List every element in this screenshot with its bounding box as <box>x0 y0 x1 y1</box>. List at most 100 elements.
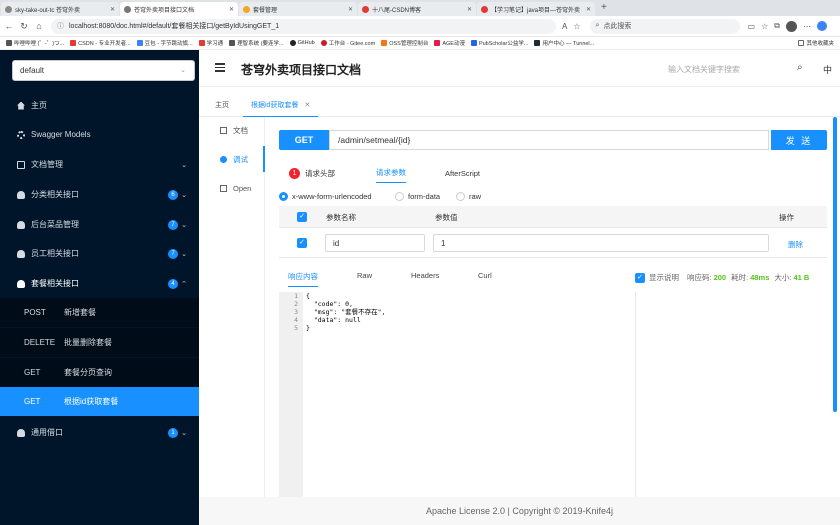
sidebar-subitem-delete-setmeal[interactable]: DELETE 批量删除套餐 <box>0 328 199 357</box>
bookmark-icon <box>534 40 541 46</box>
response-description-pane <box>635 292 831 497</box>
radio-urlencoded[interactable]: x-www-form-urlencoded <box>279 192 372 201</box>
new-tab-icon[interactable]: + <box>601 2 607 16</box>
bookmark-label: GitHub <box>297 40 315 46</box>
tab-request-params[interactable]: 请求参数 <box>376 163 406 183</box>
browser-tab[interactable]: 十八尾-CSDN博客 ✕ <box>358 2 476 16</box>
send-button[interactable]: 发 送 <box>771 130 827 150</box>
bookmark-item[interactable]: 学习通 <box>198 39 223 47</box>
cloud-icon <box>17 279 25 288</box>
browser-search-placeholder: 点此搜索 <box>603 23 632 30</box>
nav-doc[interactable]: 文档 <box>199 117 265 143</box>
radio-raw[interactable]: raw <box>456 192 481 201</box>
nav-debug[interactable]: 调试 <box>199 146 265 172</box>
tab-response-headers[interactable]: Headers <box>411 271 439 287</box>
bookmark-item[interactable]: GitHub <box>289 40 315 46</box>
sidebar-item-common-api[interactable]: 通用借口 1 ⌄ <box>0 418 199 447</box>
bookmark-item[interactable]: AGE动漫 <box>434 39 465 47</box>
read-aloud-icon[interactable]: A <box>562 22 567 31</box>
bookmark-item[interactable]: 理智系统 (要连学... <box>229 39 284 47</box>
nav-open[interactable]: Open <box>199 175 265 201</box>
sidebar-item-label: 套餐相关接口 <box>31 279 79 288</box>
bookmark-item[interactable]: 豆包 - 字节跳动旗... <box>136 39 193 47</box>
url-field[interactable]: ⓘ localhost:8080/doc.html#/default/套餐相关接口… <box>51 18 556 34</box>
bookmark-item[interactable]: OSS管理控制台 <box>381 39 428 47</box>
sidebar-item-setmeal-api[interactable]: 套餐相关接口 4 ⌃ <box>0 269 199 298</box>
tab-response-content[interactable]: 响应内容 <box>288 271 318 287</box>
bookmark-item[interactable]: 工作台 - Gitee.com <box>320 39 375 47</box>
bookmark-label: PubScholar公益学... <box>478 41 529 47</box>
tab-home[interactable]: 主页 <box>207 93 237 117</box>
nav-label: Open <box>233 183 252 193</box>
close-icon[interactable]: ✕ <box>586 6 591 13</box>
row-checkbox[interactable]: ✓ <box>297 238 307 248</box>
response-code-editor[interactable]: 1 2 3 4 5 { "code": 0, "msg": "套餐不存在", "… <box>279 292 635 497</box>
sidebar-item-doc-manage[interactable]: 文档管理 ⌄ <box>0 150 199 179</box>
sidebar-subitem-get-setmeal-by-id[interactable]: GET 根据id获取套餐 <box>0 387 199 416</box>
bookmark-item[interactable]: PubScholar公益学... <box>470 39 529 47</box>
chevron-down-icon: ⌄ <box>181 161 187 169</box>
sidebar-item-home[interactable]: 主页 <box>0 91 199 120</box>
folder-icon <box>798 40 805 46</box>
request-path-input[interactable]: /admin/setmeal/{id} <box>329 130 769 150</box>
bookmark-item[interactable]: 用户中心 — Tunnel... <box>534 39 594 47</box>
avatar[interactable] <box>785 20 797 32</box>
tab-afterscript[interactable]: AfterScript <box>445 163 480 183</box>
menu-fold-icon[interactable] <box>215 63 225 72</box>
favorites-icon[interactable]: ☆ <box>761 22 768 31</box>
sidebar-item-employee-api[interactable]: 员工相关接口 7 ⌄ <box>0 239 199 268</box>
close-icon[interactable]: ✕ <box>304 101 310 109</box>
select-all-checkbox[interactable]: ✓ <box>297 212 307 222</box>
sidebar-item-category-api[interactable]: 分类相关接口 6 ⌄ <box>0 180 199 209</box>
close-icon[interactable]: ✕ <box>110 6 115 13</box>
tab-request-headers[interactable]: 1 请求头部 <box>289 163 335 183</box>
browser-tab[interactable]: sky-take-out-tc 苍穹外卖 ✕ <box>1 2 119 16</box>
sidebar-item-dish-manage[interactable]: 后台菜品管理 7 ⌄ <box>0 210 199 239</box>
close-icon[interactable]: ✕ <box>229 6 234 13</box>
time-label: 耗时: <box>731 273 749 282</box>
tab-label: AfterScript <box>445 168 481 178</box>
close-icon[interactable]: ✕ <box>348 6 353 13</box>
doc-search-input[interactable]: 输入文档关键字搜索 <box>668 64 740 75</box>
bookmarks-bar: 哔哩哔哩 (゜-゜)つ... CSDN - 专业开发者... 豆包 - 字节跳动… <box>0 37 840 50</box>
close-icon[interactable]: ✕ <box>467 6 472 13</box>
reload-icon[interactable]: ↻ <box>18 21 30 32</box>
sidebar-subitem-post-setmeal[interactable]: POST 新增套餐 <box>0 298 199 327</box>
chevron-down-icon: ⌄ <box>181 221 187 229</box>
delete-link[interactable]: 删除 <box>788 239 803 250</box>
sidebar-subitem-page-setmeal[interactable]: GET 套餐分页查询 <box>0 358 199 387</box>
sidebar-subitem-label: 批量删除套餐 <box>64 338 112 347</box>
radio-form-data[interactable]: form-data <box>395 192 440 201</box>
show-desc-checkbox[interactable]: ✓ <box>635 272 645 283</box>
bookmark-label: 哔哩哔哩 (゜-゜)つ... <box>14 41 65 47</box>
language-switch[interactable]: 中 <box>823 63 832 76</box>
scrollbar[interactable] <box>833 117 837 412</box>
sidebar-item-label: 文档管理 <box>31 160 63 169</box>
search-icon[interactable]: ⌕ <box>797 62 803 73</box>
code-line: "msg": "套餐不存在", <box>306 308 386 316</box>
collections-icon[interactable]: ⧉ <box>774 21 780 31</box>
tab-response-curl[interactable]: Curl <box>478 271 492 287</box>
favorite-icon[interactable]: ☆ <box>573 22 580 31</box>
split-screen-icon[interactable]: ▭ <box>748 22 756 31</box>
home-icon[interactable]: ⌂ <box>33 21 45 31</box>
group-select[interactable]: default ⌄ <box>12 60 195 81</box>
browser-tab[interactable]: 【学习笔记】java项目—苍穹外卖 ✕ <box>477 2 595 16</box>
bookmark-item[interactable]: 哔哩哔哩 (゜-゜)つ... <box>6 39 64 47</box>
address-bar: ← ↻ ⌂ ⓘ localhost:8080/doc.html#/default/… <box>0 16 840 37</box>
browser-tab[interactable]: 套餐管理 ✕ <box>239 2 357 16</box>
browser-tab-active[interactable]: 苍穹外卖项目接口文档 ✕ <box>120 2 238 16</box>
copilot-icon[interactable] <box>816 21 827 31</box>
sidebar-item-swagger-models[interactable]: Swagger Models <box>0 120 199 149</box>
back-icon[interactable]: ← <box>3 21 15 31</box>
browser-search-field[interactable]: ⌕ 点此搜索 <box>589 18 740 34</box>
more-icon[interactable]: ⋯ <box>803 22 811 31</box>
param-value-input[interactable]: 1 <box>433 234 769 252</box>
bookmark-item[interactable]: CSDN - 专业开发者... <box>70 39 131 47</box>
home-icon <box>17 101 25 110</box>
tab-response-raw[interactable]: Raw <box>357 271 372 287</box>
bookmark-folder[interactable]: 其他收藏夹 <box>798 39 834 47</box>
tab-get-setmeal-by-id[interactable]: 根据id获取套餐 ✕ <box>243 93 319 117</box>
param-name-input[interactable]: id <box>325 234 425 252</box>
tab-favicon-icon <box>124 5 131 13</box>
